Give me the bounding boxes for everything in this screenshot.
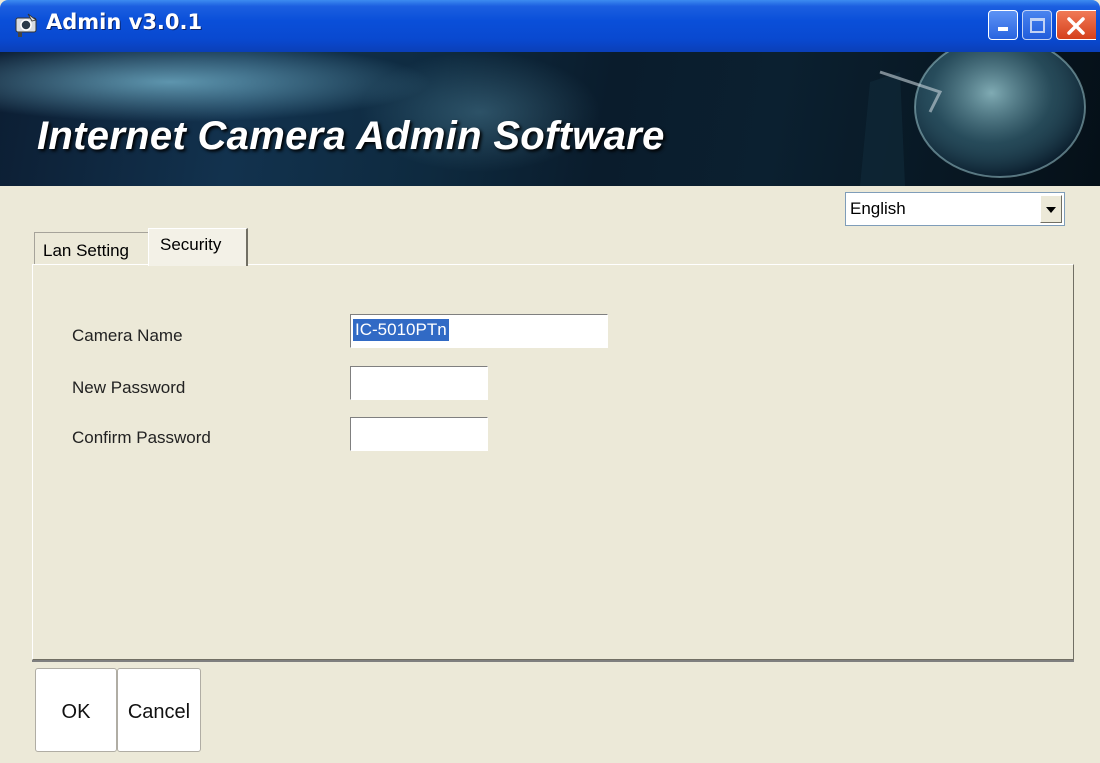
language-dropdown-button[interactable] [1040, 195, 1062, 223]
language-select[interactable]: English [845, 192, 1065, 226]
chevron-down-icon [1046, 207, 1056, 213]
maximize-icon [1030, 18, 1045, 33]
new-password-label: New Password [72, 378, 186, 397]
close-button[interactable] [1056, 10, 1096, 40]
camera-app-icon [15, 13, 37, 37]
tab-security[interactable]: Security [148, 228, 248, 266]
tab-lan-setting[interactable]: Lan Setting [34, 232, 148, 266]
language-selected-value: English [850, 199, 906, 218]
camera-name-label: Camera Name [72, 326, 183, 345]
cancel-button[interactable]: Cancel [117, 668, 201, 752]
camera-name-value: IC-5010PTn [353, 319, 449, 341]
tab-security-label: Security [160, 235, 222, 254]
banner-title: Internet Camera Admin Software [37, 114, 665, 158]
confirm-password-label: Confirm Password [72, 428, 211, 447]
panel-divider [32, 660, 1074, 662]
window-title: Admin v3.0.1 [46, 10, 203, 34]
title-bar[interactable]: Admin v3.0.1 [0, 0, 1100, 52]
camera-name-field[interactable]: IC-5010PTn [350, 314, 608, 348]
minimize-button[interactable] [988, 10, 1018, 40]
tab-lan-setting-label: Lan Setting [43, 241, 130, 260]
minimize-icon [998, 27, 1008, 31]
ok-button-label: OK [61, 701, 91, 723]
ok-button[interactable]: OK [35, 668, 117, 752]
new-password-field[interactable] [350, 366, 488, 400]
confirm-password-field[interactable] [350, 417, 488, 451]
maximize-button[interactable] [1022, 10, 1052, 40]
close-icon [1067, 17, 1085, 35]
app-banner: Internet Camera Admin Software [0, 52, 1100, 186]
cancel-button-label: Cancel [127, 701, 191, 723]
